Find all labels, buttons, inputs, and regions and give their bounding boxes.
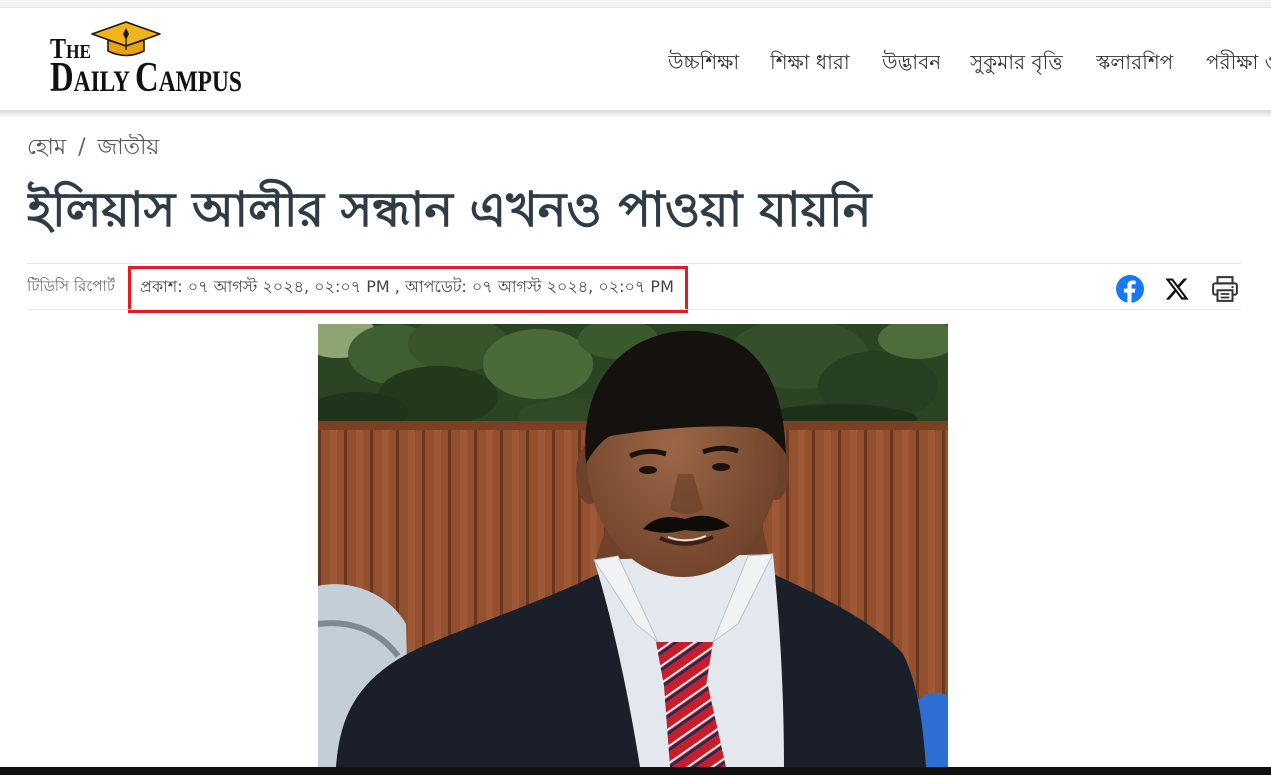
- bottom-band: [0, 767, 1271, 775]
- site-header: THE DAILY CAMPUS উচ্চশিক্ষা শিক্ষা ধারা …: [0, 8, 1271, 110]
- x-icon[interactable]: [1164, 276, 1190, 302]
- updated-label: আপডেট:: [404, 277, 467, 296]
- header-shadow: [0, 110, 1271, 118]
- breadcrumb-separator: /: [78, 135, 86, 160]
- breadcrumb-home[interactable]: হোম: [27, 135, 66, 160]
- nav-item-exams[interactable]: পরীক্ষা ও: [1206, 47, 1271, 77]
- print-icon[interactable]: [1210, 274, 1240, 304]
- nav-item-fine-arts[interactable]: সুকুমার বৃত্তি: [970, 47, 1066, 77]
- logo-name: DAILY CAMPUS: [50, 55, 242, 101]
- published-label: প্রকাশ:: [140, 277, 183, 296]
- breadcrumb-category[interactable]: জাতীয়: [98, 135, 160, 160]
- logo[interactable]: THE DAILY CAMPUS: [48, 20, 250, 101]
- breadcrumb: হোম / জাতীয়: [27, 134, 427, 162]
- person-eye-left: [639, 466, 657, 474]
- graduation-cap-icon: [90, 20, 162, 60]
- updated-date: ০৭ আগস্ট ২০২৪, ০২:০৭ PM: [471, 277, 674, 296]
- nav-item-education-stream[interactable]: শিক্ষা ধারা: [770, 47, 852, 77]
- meta-divider-bottom: [27, 309, 1241, 310]
- nav-item-innovation[interactable]: উদ্ভাবন: [882, 47, 940, 77]
- person-eye-right: [712, 463, 730, 471]
- nav-item-scholarship[interactable]: স্কলারশিপ: [1096, 47, 1175, 77]
- page-title: ইলিয়াস আলীর সন্ধান এখনও পাওয়া যায়নি: [27, 182, 872, 238]
- nav-item-higher-education[interactable]: উচ্চশিক্ষা: [668, 47, 740, 77]
- published-date: ০৭ আগস্ট ২০২৪, ০২:০৭ PM: [187, 277, 390, 296]
- logo-initial: C: [135, 55, 159, 101]
- facebook-icon[interactable]: [1116, 275, 1144, 303]
- logo-initial: D: [50, 55, 74, 101]
- date-separator: ,: [394, 277, 400, 296]
- top-strip: [0, 0, 1271, 8]
- meta-divider-top: [27, 263, 1241, 264]
- article-photo: [318, 324, 948, 767]
- date-highlight-box: প্রকাশ: ০৭ আগস্ট ২০২৪, ০২:০৭ PM , আপডেট:…: [128, 266, 688, 313]
- person-tie-knot: [656, 642, 713, 686]
- author: টিডিসি রিপোর্ট: [27, 277, 116, 295]
